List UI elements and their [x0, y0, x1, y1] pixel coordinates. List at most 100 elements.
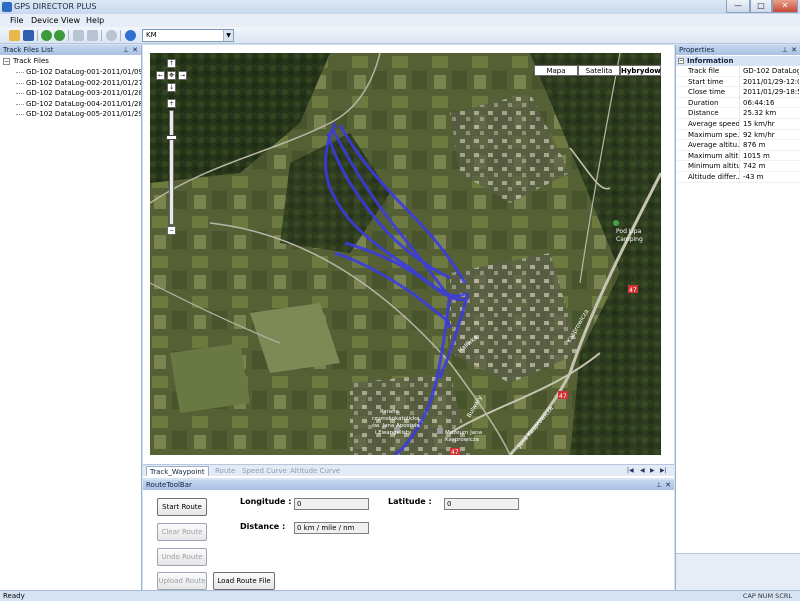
- download-icon[interactable]: [87, 30, 98, 41]
- property-value: 06:44:16: [743, 98, 775, 107]
- pan-right-icon[interactable]: →: [178, 71, 187, 80]
- tab-altitude-curve[interactable]: Altitude Curve: [287, 466, 343, 476]
- track-files-panel: Track Files List ⊥ ✕ − Track Files GD-10…: [0, 45, 142, 590]
- minimize-button[interactable]: —: [726, 0, 750, 13]
- map-label-road-47: 47: [629, 287, 637, 294]
- map-imagery: Pod Lipa Camping 47 47 47 Kasprowicza Ja…: [150, 53, 661, 455]
- import-icon[interactable]: [41, 30, 52, 41]
- pan-left-icon[interactable]: ←: [156, 71, 165, 80]
- menu-device[interactable]: Device: [31, 16, 58, 25]
- upload-route-button[interactable]: Upload Route: [157, 572, 207, 590]
- tab-speed-curve[interactable]: Speed Curve: [239, 466, 290, 476]
- pan-center-icon[interactable]: ✥: [167, 71, 176, 80]
- tree-root-node[interactable]: − Track Files: [0, 56, 141, 67]
- map-type-satelita[interactable]: Satelita: [578, 65, 620, 76]
- satellite-map[interactable]: Pod Lipa Camping 47 47 47 Kasprowicza Ja…: [150, 53, 661, 455]
- export-icon[interactable]: [54, 30, 65, 41]
- property-row[interactable]: Maximum altit... 1015 m: [676, 150, 800, 162]
- properties-panel: Properties ⊥ ✕ − Information Track file G…: [675, 45, 800, 590]
- maximize-button[interactable]: □: [750, 0, 772, 13]
- app-icon: [2, 2, 12, 12]
- menu-file[interactable]: File: [10, 16, 23, 25]
- zoom-slider-track[interactable]: [169, 110, 174, 225]
- tab-route[interactable]: Route: [212, 466, 238, 476]
- window-title: GPS DIRECTOR PLUS: [14, 2, 97, 11]
- property-row[interactable]: Average altitu... 876 m: [676, 140, 800, 151]
- property-key: Close time: [676, 87, 740, 98]
- properties-grid: − Information Track fileGD-102 DataLog..…: [676, 56, 800, 183]
- tab-first-icon[interactable]: |◀: [627, 467, 634, 474]
- property-row[interactable]: Start time2011/01/29-12:0...: [676, 76, 800, 88]
- close-icon[interactable]: ✕: [665, 480, 671, 490]
- pin-icon[interactable]: ⊥: [656, 480, 662, 490]
- track-file-item[interactable]: GD-102 DataLog-002-2011/01/27 13: [0, 78, 141, 89]
- load-route-file-button[interactable]: Load Route File: [213, 572, 275, 590]
- toolbar-separator: [37, 30, 38, 41]
- zoom-in-icon[interactable]: +: [167, 99, 176, 108]
- property-value: 1015 m: [743, 151, 770, 160]
- property-row[interactable]: Altitude differ... -43 m: [676, 171, 800, 183]
- map-label-parish-2: rzymskokatolicka: [372, 416, 420, 422]
- tab-track-waypoint[interactable]: Track_Waypoint: [146, 466, 209, 476]
- collapse-icon[interactable]: −: [3, 58, 10, 65]
- distance-field[interactable]: 0 km / mile / nm: [294, 522, 369, 534]
- map-label-parish-3: św. Jana Apostoła: [372, 422, 420, 429]
- clear-route-button[interactable]: Clear Route: [157, 523, 207, 541]
- open-folder-icon[interactable]: [9, 30, 20, 41]
- undo-route-button[interactable]: Undo Route: [157, 548, 207, 566]
- property-row[interactable]: Distance 25.32 km: [676, 108, 800, 119]
- tab-prev-icon[interactable]: ◀: [640, 467, 645, 474]
- map-type-mapa[interactable]: Mapa: [534, 65, 578, 76]
- property-key: Minimum altitu...: [676, 161, 740, 172]
- settings-icon[interactable]: [106, 30, 117, 41]
- map-type-hybrydowa[interactable]: Hybrydowa: [620, 65, 661, 76]
- pin-icon[interactable]: ⊥: [123, 45, 129, 55]
- toolbar-separator: [101, 30, 102, 41]
- property-row[interactable]: Minimum altitu...742 m: [676, 161, 800, 172]
- property-row[interactable]: Average speed 15 km/hr: [676, 118, 800, 130]
- title-bar: GPS DIRECTOR PLUS — □ ✕: [0, 0, 800, 14]
- track-file-item[interactable]: GD-102 DataLog-001-2011/01/09 14: [0, 67, 141, 78]
- track-files-panel-header: Track Files List ⊥ ✕: [0, 45, 141, 55]
- zoom-out-icon[interactable]: −: [167, 226, 176, 235]
- upload-icon[interactable]: [73, 30, 84, 41]
- longitude-field[interactable]: 0: [294, 498, 369, 510]
- save-icon[interactable]: [23, 30, 34, 41]
- map-tabs: Track_Waypoint Route Speed Curve Altitud…: [143, 464, 674, 476]
- close-button[interactable]: ✕: [772, 0, 798, 13]
- toolbar-separator: [68, 30, 69, 41]
- property-row[interactable]: Close time2011/01/29-18:5...: [676, 87, 800, 98]
- latitude-field[interactable]: 0: [444, 498, 519, 510]
- chevron-down-icon[interactable]: ▼: [223, 30, 233, 41]
- property-value: 2011/01/29-12:0...: [743, 77, 799, 86]
- close-icon[interactable]: ✕: [791, 45, 797, 55]
- properties-category[interactable]: − Information: [676, 56, 800, 66]
- help-icon[interactable]: [125, 30, 136, 41]
- menu-help[interactable]: Help: [86, 16, 104, 25]
- track-files-tree: − Track Files GD-102 DataLog-001-2011/01…: [0, 56, 141, 120]
- tab-next-icon[interactable]: ▶: [650, 467, 655, 474]
- properties-panel-title: Properties: [679, 46, 715, 54]
- track-file-item[interactable]: GD-102 DataLog-004-2011/01/28 15: [0, 99, 141, 110]
- pan-down-icon[interactable]: ↓: [167, 83, 176, 92]
- pin-icon[interactable]: ⊥: [782, 45, 788, 55]
- track-file-item[interactable]: GD-102 DataLog-005-2011/01/29 12: [0, 109, 141, 120]
- property-key: Average speed: [676, 118, 740, 130]
- property-row[interactable]: Track fileGD-102 DataLog...: [676, 66, 800, 77]
- unit-select-value: KM: [146, 31, 157, 39]
- unit-select[interactable]: KM ▼: [142, 29, 234, 42]
- menu-view[interactable]: View: [61, 16, 80, 25]
- map-label-museum-1: Muzeum Jana: [445, 430, 482, 436]
- tab-last-icon[interactable]: ▶|: [660, 467, 667, 474]
- property-row[interactable]: Duration 06:44:16: [676, 97, 800, 109]
- pan-up-icon[interactable]: ↑: [167, 59, 176, 68]
- collapse-icon[interactable]: −: [678, 58, 684, 64]
- property-key: Start time: [676, 76, 740, 88]
- zoom-slider-handle[interactable]: [166, 135, 177, 140]
- close-icon[interactable]: ✕: [132, 45, 138, 55]
- property-value: 2011/01/29-18:5...: [743, 88, 799, 97]
- start-route-button[interactable]: Start Route: [157, 498, 207, 516]
- property-row[interactable]: Maximum spe... 92 km/hr: [676, 129, 800, 141]
- property-key: Altitude differ...: [676, 171, 740, 183]
- track-file-item[interactable]: GD-102 DataLog-003-2011/01/28 13: [0, 88, 141, 99]
